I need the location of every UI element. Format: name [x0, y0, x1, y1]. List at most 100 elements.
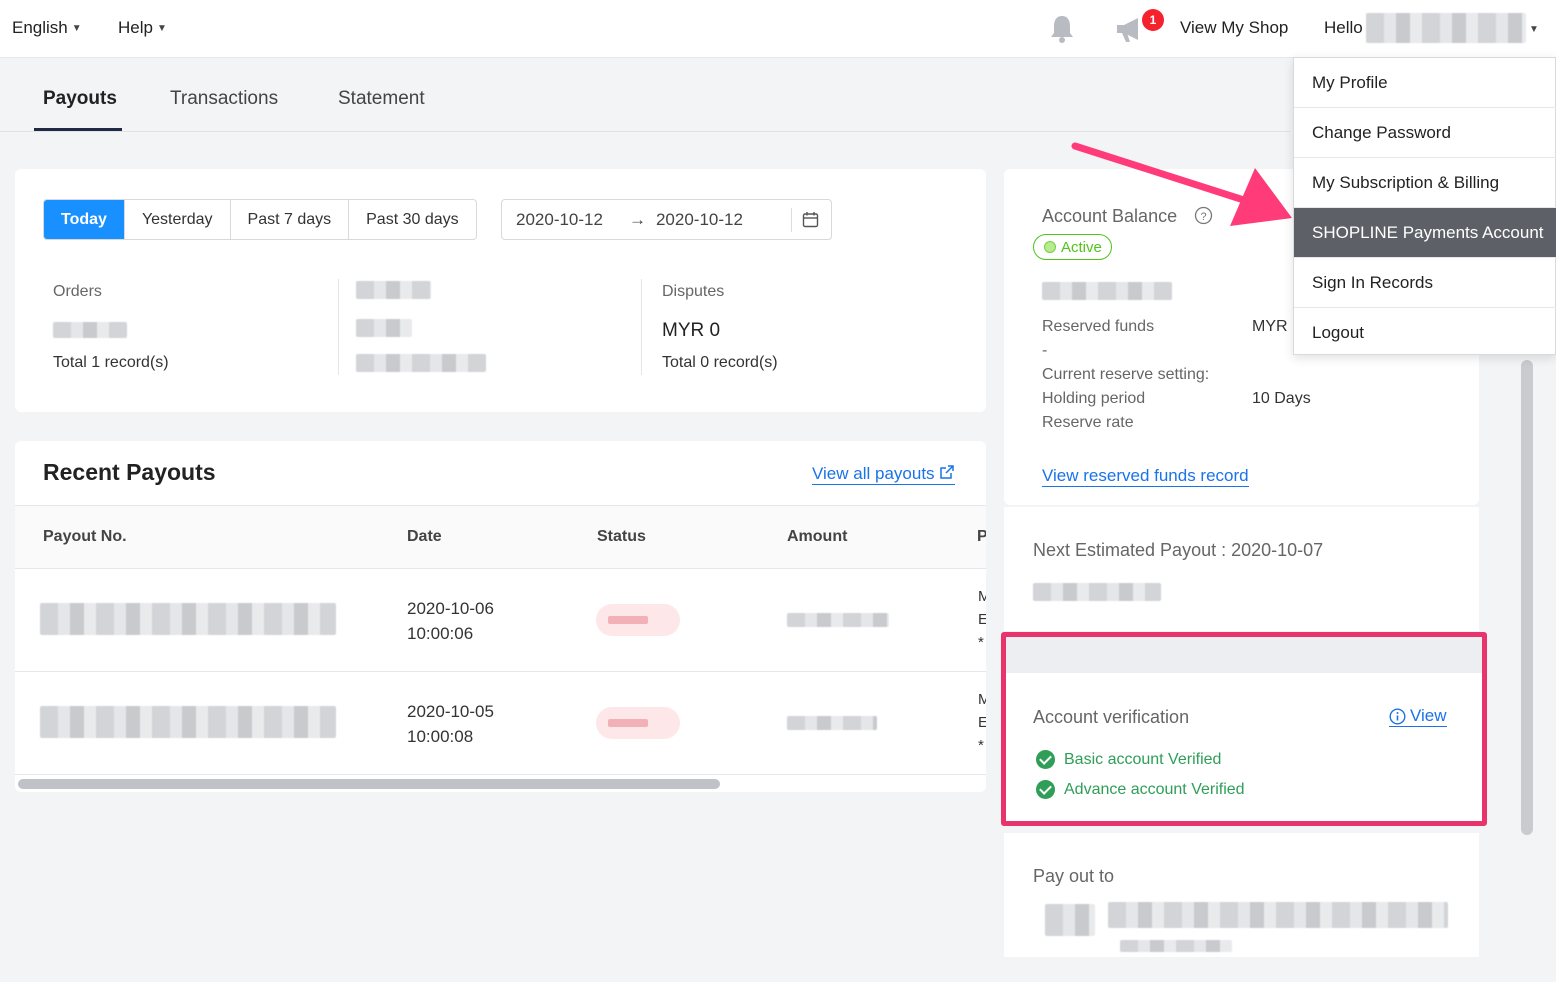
calendar-icon[interactable] — [802, 211, 819, 228]
divider — [641, 279, 642, 375]
next-payout-card — [1004, 507, 1479, 631]
tab-payouts[interactable]: Payouts — [43, 88, 117, 110]
chevron-down-icon[interactable]: ▼ — [1529, 24, 1539, 35]
vertical-scrollbar[interactable] — [1521, 360, 1533, 835]
status-badge — [596, 707, 680, 739]
disputes-label: Disputes — [662, 283, 725, 300]
date-range-picker[interactable]: 2020-10-12 → 2020-10-12 — [501, 199, 832, 240]
menu-item-subscription-billing[interactable]: My Subscription & Billing — [1294, 158, 1556, 208]
next-estimated-payout-label: Next Estimated Payout : 2020-10-07 — [1033, 540, 1324, 560]
recent-payouts-title: Recent Payouts — [43, 459, 216, 485]
truncated-column: M E * — [978, 585, 986, 654]
truncated-cell-text: E — [978, 714, 986, 731]
language-selector[interactable]: English ▼ — [12, 18, 82, 38]
tab-bar: Payouts Transactions Statement — [0, 58, 1290, 132]
view-reserved-funds-link[interactable]: View reserved funds record — [1042, 466, 1249, 487]
bank-detail-redacted — [1120, 940, 1232, 952]
help-menu[interactable]: Help ▼ — [118, 18, 167, 38]
disputes-value: MYR 0 — [662, 320, 721, 341]
column-header-payout-no: Payout No. — [43, 528, 127, 545]
payout-date: 2020-10-06 — [407, 599, 494, 618]
divider — [791, 208, 792, 232]
pay-out-to-card — [1004, 833, 1479, 957]
date-from: 2020-10-12 — [516, 209, 603, 229]
reserve-rate-label: Reserve rate — [1042, 414, 1134, 431]
arrow-right-icon: → — [628, 209, 646, 229]
redacted-value — [356, 319, 412, 337]
view-all-payouts-link[interactable]: View all payouts — [812, 464, 956, 485]
column-header-truncated: P — [977, 528, 986, 545]
horizontal-scrollbar[interactable] — [18, 779, 720, 789]
column-header-status: Status — [597, 528, 646, 545]
external-link-icon — [940, 465, 955, 479]
holding-period-label: Holding period — [1042, 390, 1146, 407]
status-dot-icon — [1044, 241, 1056, 253]
annotation-highlight-box — [1001, 632, 1487, 826]
reserved-funds-label: Reserved funds — [1042, 318, 1155, 335]
payout-time: 10:00:06 — [407, 624, 474, 643]
user-dropdown-menu: My Profile Change Password My Subscripti… — [1293, 57, 1556, 355]
amount-redacted — [787, 716, 877, 730]
view-all-payouts-label: View all payouts — [812, 464, 935, 483]
payout-time: 10:00:08 — [407, 727, 474, 746]
active-tab-indicator — [34, 128, 122, 131]
status-badge — [596, 604, 680, 636]
range-today-button[interactable]: Today — [44, 200, 125, 239]
date-range-presets: Today Yesterday Past 7 days Past 30 days — [43, 199, 477, 240]
truncated-cell-text: E — [978, 611, 986, 628]
chevron-down-icon: ▼ — [71, 22, 82, 34]
current-reserve-label: Current reserve setting: — [1042, 366, 1210, 383]
payout-date: 2020-10-05 — [407, 702, 494, 721]
next-payout-amount-redacted — [1033, 583, 1161, 601]
notification-badge: 1 — [1142, 9, 1164, 31]
payout-number-redacted — [40, 603, 336, 635]
divider — [15, 671, 986, 672]
range-yesterday-button[interactable]: Yesterday — [125, 200, 231, 239]
reserved-funds-currency: MYR — [1252, 318, 1288, 335]
hello-label: Hello — [1324, 18, 1363, 37]
truncated-cell-text: * — [978, 634, 984, 651]
orders-total: Total 1 record(s) — [53, 354, 169, 371]
divider — [15, 568, 986, 569]
account-status-label: Active — [1061, 238, 1102, 256]
holding-period-value: 10 Days — [1252, 390, 1311, 407]
truncated-cell-text: M — [978, 691, 986, 708]
tab-statement[interactable]: Statement — [338, 88, 425, 110]
menu-item-shopline-payments-account[interactable]: SHOPLINE Payments Account — [1294, 208, 1556, 258]
range-past-30-days-button[interactable]: Past 30 days — [349, 200, 476, 239]
menu-item-my-profile[interactable]: My Profile — [1294, 58, 1556, 108]
date-to: 2020-10-12 — [655, 209, 743, 229]
balance-value-redacted — [1042, 282, 1172, 300]
orders-label: Orders — [53, 283, 102, 300]
divider — [338, 279, 339, 375]
menu-item-change-password[interactable]: Change Password — [1294, 108, 1556, 158]
bank-logo-redacted — [1045, 904, 1095, 936]
bell-icon[interactable] — [1048, 14, 1076, 44]
annotation-arrow — [1071, 142, 1292, 226]
reserved-funds-dash: - — [1042, 342, 1048, 359]
account-status-badge: Active — [1033, 234, 1112, 260]
tab-transactions[interactable]: Transactions — [170, 88, 278, 110]
menu-item-logout[interactable]: Logout — [1294, 308, 1556, 358]
chevron-down-icon: ▼ — [156, 22, 167, 34]
menu-item-sign-in-records[interactable]: Sign In Records — [1294, 258, 1556, 308]
help-label: Help — [118, 18, 153, 37]
amount-redacted — [787, 613, 889, 627]
divider — [15, 774, 986, 775]
truncated-cell-text: * — [978, 737, 984, 754]
bank-account-redacted — [1108, 902, 1448, 928]
top-bar: English ▼ Help ▼ 1 View My Shop Hello ▼ — [0, 0, 1556, 58]
truncated-cell-text: M — [978, 588, 986, 605]
range-past-7-days-button[interactable]: Past 7 days — [231, 200, 350, 239]
redacted-label — [356, 281, 431, 299]
user-name-redacted — [1366, 13, 1526, 43]
view-my-shop-link[interactable]: View My Shop — [1180, 18, 1288, 38]
column-header-amount: Amount — [787, 528, 848, 545]
disputes-total: Total 0 record(s) — [662, 354, 778, 371]
pay-out-to-label: Pay out to — [1033, 866, 1115, 886]
orders-value-redacted — [53, 322, 127, 338]
user-menu-trigger[interactable]: Hello — [1324, 18, 1363, 38]
language-label: English — [12, 18, 68, 37]
redacted-total — [356, 354, 486, 372]
payout-number-redacted — [40, 706, 336, 738]
